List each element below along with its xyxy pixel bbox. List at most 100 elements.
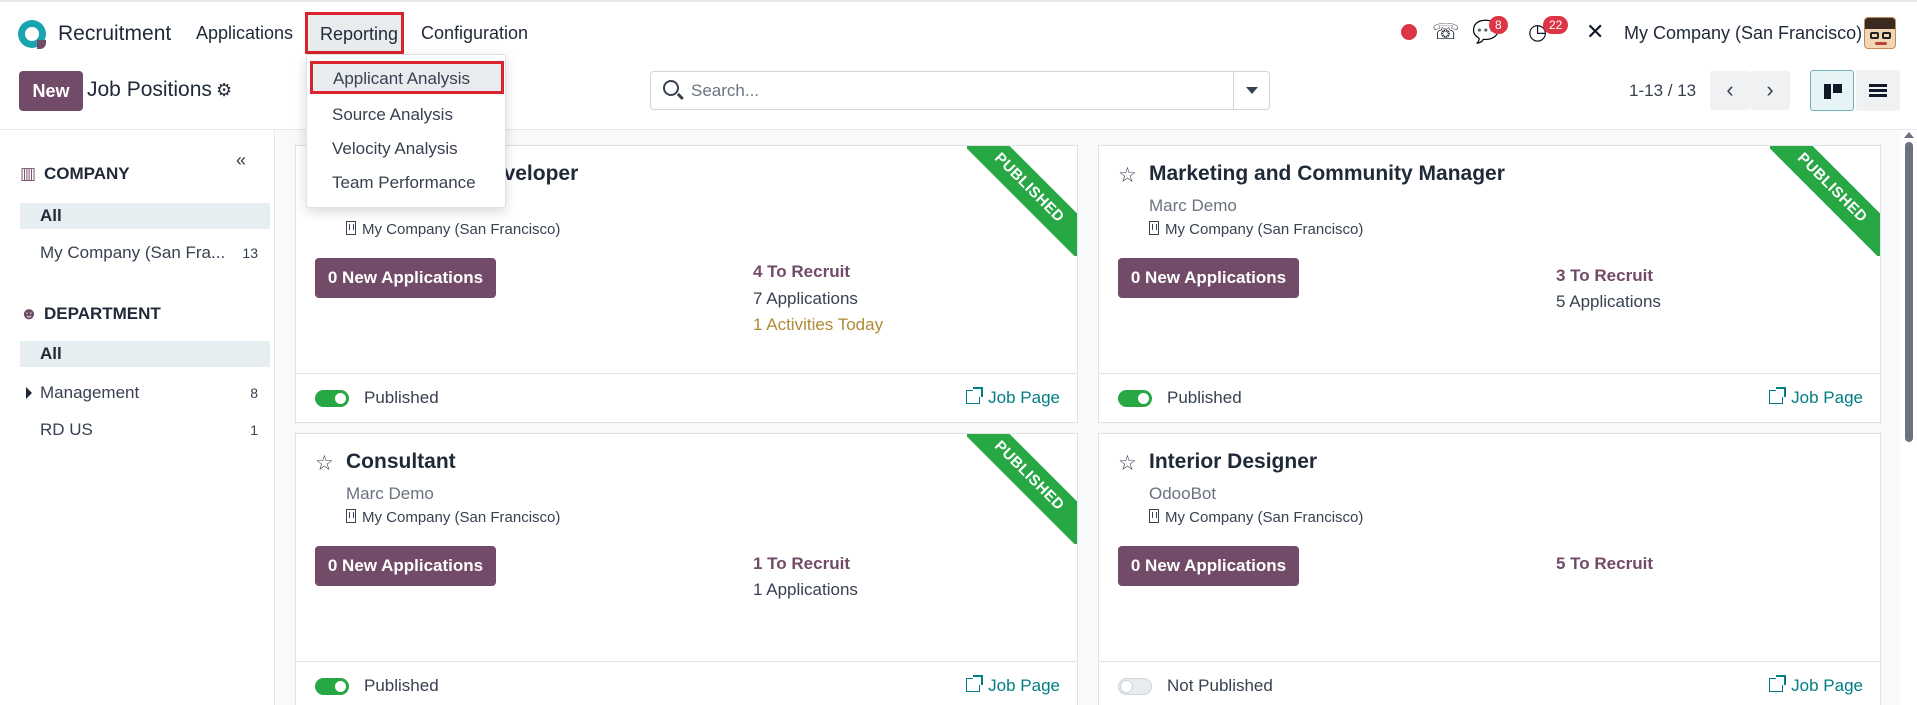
company-filter-item[interactable]: My Company (San Fra... 13 — [20, 243, 258, 263]
applications-link[interactable]: 1 Applications — [753, 580, 858, 600]
building-icon — [346, 221, 356, 235]
building-icon — [1149, 221, 1159, 235]
job-company: My Company (San Francisco) — [1149, 221, 1363, 238]
menu-configuration[interactable]: Configuration — [421, 23, 528, 44]
card-footer: Published Job Page — [296, 373, 1077, 422]
vertical-scrollbar[interactable] — [1900, 130, 1917, 705]
publish-status: Published — [364, 388, 439, 407]
new-button[interactable]: New — [19, 71, 83, 111]
published-ribbon: PUBLISHED — [967, 434, 1077, 544]
list-icon — [1869, 84, 1887, 97]
menu-item-velocity-analysis[interactable]: Velocity Analysis — [332, 139, 458, 159]
reporting-dropdown: Applicant Analysis Source Analysis Veloc… — [306, 54, 506, 208]
kanban-view-button[interactable] — [1810, 70, 1854, 111]
building-icon — [1149, 509, 1159, 523]
search-input[interactable] — [691, 72, 1226, 109]
company-section-heading: ▥ COMPANY — [20, 164, 130, 183]
user-avatar[interactable] — [1864, 17, 1896, 49]
new-applications-button[interactable]: 0 New Applications — [315, 258, 496, 298]
favorite-star-icon[interactable]: ☆ — [1118, 163, 1137, 188]
job-page-link[interactable]: Job Page — [966, 675, 1060, 696]
publish-toggle[interactable] — [315, 390, 349, 407]
activity-badge: 22 — [1543, 16, 1569, 34]
phone-icon[interactable]: ☏ — [1432, 20, 1460, 44]
publish-status: Not Published — [1167, 676, 1273, 695]
department-section-heading: ☻ DEPARTMENT — [20, 304, 161, 323]
job-recruiter: Marc Demo — [1149, 196, 1237, 215]
card-footer: Not Published Job Page — [1099, 661, 1880, 705]
job-title[interactable]: Interior Designer — [1149, 450, 1317, 474]
job-company: My Company (San Francisco) — [346, 221, 560, 238]
tools-icon[interactable]: ✕ — [1586, 20, 1604, 44]
activities-link[interactable]: 1 Activities Today — [753, 315, 883, 335]
collapse-sidebar-icon[interactable]: « — [236, 150, 246, 171]
job-card[interactable]: ☆ Interior Designer OdooBot My Company (… — [1098, 433, 1881, 705]
building-icon: ▥ — [20, 164, 37, 183]
gear-icon[interactable]: ⚙ — [216, 80, 232, 101]
to-recruit-link[interactable]: 5 To Recruit — [1556, 554, 1653, 574]
favorite-star-icon[interactable]: ☆ — [1118, 451, 1137, 476]
menu-item-team-performance[interactable]: Team Performance — [332, 173, 476, 193]
publish-toggle[interactable] — [1118, 678, 1152, 695]
search-icon — [663, 80, 679, 96]
menu-item-source-analysis[interactable]: Source Analysis — [332, 105, 453, 125]
app-name[interactable]: Recruitment — [58, 22, 171, 46]
recording-indicator-icon[interactable] — [1401, 24, 1417, 40]
department-filter-all[interactable]: All — [20, 341, 270, 367]
to-recruit-link[interactable]: 1 To Recruit — [753, 554, 850, 574]
company-switcher[interactable]: My Company (San Francisco) — [1624, 23, 1862, 44]
job-title[interactable]: Consultant — [346, 450, 456, 474]
job-page-link[interactable]: Job Page — [1769, 675, 1863, 696]
job-page-link[interactable]: Job Page — [1769, 387, 1863, 408]
filter-sidebar: « ▥ COMPANY All My Company (San Fra... 13… — [0, 130, 275, 705]
external-link-icon — [1769, 387, 1787, 404]
pager-value[interactable]: 1-13 / 13 — [1629, 81, 1696, 101]
department-filter-rd-us[interactable]: RD US 1 — [20, 420, 258, 440]
applications-link[interactable]: 7 Applications — [753, 289, 858, 309]
recruitment-logo-icon[interactable] — [18, 20, 46, 49]
company-filter-all[interactable]: All — [20, 203, 270, 229]
menu-reporting-label: Reporting — [320, 24, 399, 44]
job-card[interactable]: ☆ Marketing and Community Manager Marc D… — [1098, 145, 1881, 423]
scroll-up-icon[interactable] — [1904, 132, 1914, 138]
menu-applications[interactable]: Applications — [196, 23, 293, 44]
chat-badge: 8 — [1489, 16, 1508, 34]
publish-status: Published — [1167, 388, 1242, 407]
job-company: My Company (San Francisco) — [346, 509, 560, 526]
building-icon — [346, 509, 356, 523]
scroll-thumb[interactable] — [1905, 142, 1913, 442]
top-navbar: Recruitment Applications Reporting Confi… — [0, 0, 1917, 62]
users-icon: ☻ — [20, 304, 38, 323]
expand-caret-icon[interactable] — [26, 387, 32, 399]
kanban-content: ☆ Experienced Developer My Company (San … — [276, 130, 1900, 705]
external-link-icon — [966, 387, 984, 404]
search-options-toggle[interactable] — [1233, 72, 1269, 109]
menu-item-applicant-analysis[interactable]: Applicant Analysis — [310, 61, 504, 94]
publish-status: Published — [364, 676, 439, 695]
new-applications-button[interactable]: 0 New Applications — [315, 546, 496, 586]
pager-next-button[interactable]: › — [1750, 71, 1790, 110]
department-filter-management[interactable]: Management 8 — [20, 383, 258, 403]
card-footer: Published Job Page — [1099, 373, 1880, 422]
published-ribbon: PUBLISHED — [1770, 146, 1880, 256]
applications-link[interactable]: 5 Applications — [1556, 292, 1661, 312]
new-applications-button[interactable]: 0 New Applications — [1118, 546, 1299, 586]
job-page-link[interactable]: Job Page — [966, 387, 1060, 408]
external-link-icon — [1769, 675, 1787, 692]
new-applications-button[interactable]: 0 New Applications — [1118, 258, 1299, 298]
external-link-icon — [966, 675, 984, 692]
pager-previous-button[interactable]: ‹ — [1710, 71, 1750, 110]
favorite-star-icon[interactable]: ☆ — [315, 451, 334, 476]
to-recruit-link[interactable]: 3 To Recruit — [1556, 266, 1653, 286]
publish-toggle[interactable] — [1118, 390, 1152, 407]
job-recruiter: OdooBot — [1149, 484, 1217, 503]
to-recruit-link[interactable]: 4 To Recruit — [753, 262, 850, 282]
kanban-icon — [1824, 84, 1842, 99]
menu-reporting[interactable]: Reporting — [305, 12, 404, 54]
job-title[interactable]: Marketing and Community Manager — [1149, 162, 1505, 186]
card-footer: Published Job Page — [296, 661, 1077, 705]
job-card[interactable]: ☆ Consultant Marc Demo My Company (San F… — [295, 433, 1078, 705]
list-view-button[interactable] — [1856, 70, 1900, 111]
job-company: My Company (San Francisco) — [1149, 509, 1363, 526]
publish-toggle[interactable] — [315, 678, 349, 695]
